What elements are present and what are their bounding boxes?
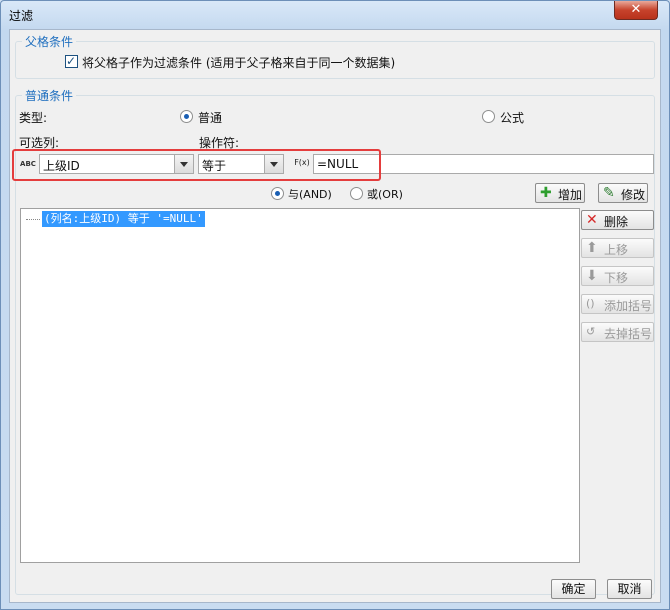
move-down-button-label: 下移 xyxy=(604,271,629,285)
delete-button-label: 删除 xyxy=(604,215,629,229)
plus-icon: ✚ xyxy=(540,185,552,201)
close-button[interactable]: ✕ xyxy=(614,1,658,20)
bracket-icon: () xyxy=(586,297,595,310)
move-up-button[interactable]: ⬆ 上移 xyxy=(581,238,654,258)
parent-condition-group: 父格条件 ✓ 将父格子作为过滤条件 (适用于父子格来自于同一个数据集) xyxy=(15,33,655,79)
type-label: 类型: xyxy=(19,111,48,125)
highlight-annotation xyxy=(12,149,381,181)
title-bar: 过滤 ✕ xyxy=(1,1,669,27)
edit-icon: ✎ xyxy=(603,185,615,201)
modify-button[interactable]: ✎ 修改 xyxy=(598,183,648,203)
condition-list[interactable]: (列名:上级ID) 等于 '=NULL' xyxy=(20,208,580,563)
checkmark-icon: ✓ xyxy=(66,54,77,68)
remove-bracket-button[interactable]: ↺ 去掉括号 xyxy=(581,322,654,342)
cancel-button[interactable]: 取消 xyxy=(607,579,652,599)
arrow-up-icon: ⬆ xyxy=(586,240,598,256)
delete-icon: ✕ xyxy=(586,212,598,228)
arrow-down-icon: ⬇ xyxy=(586,268,598,284)
remove-bracket-icon: ↺ xyxy=(586,325,596,338)
logic-and-label: 与(AND) xyxy=(288,188,332,201)
type-normal-label: 普通 xyxy=(198,111,223,125)
type-normal-radio[interactable] xyxy=(180,110,193,123)
move-down-button[interactable]: ⬇ 下移 xyxy=(581,266,654,286)
logic-and-radio[interactable] xyxy=(271,187,284,200)
add-bracket-button-label: 添加括号 xyxy=(604,299,653,313)
move-up-button-label: 上移 xyxy=(604,243,629,257)
modify-button-label: 修改 xyxy=(621,188,646,202)
dialog-title: 过滤 xyxy=(9,9,34,23)
parent-filter-label: 将父格子作为过滤条件 (适用于父子格来自于同一个数据集) xyxy=(82,56,396,70)
add-button[interactable]: ✚ 增加 xyxy=(535,183,585,203)
tree-connector xyxy=(26,219,40,220)
remove-bracket-button-label: 去掉括号 xyxy=(604,327,653,341)
condition-text: (列名:上级ID) 等于 '=NULL' xyxy=(42,211,205,227)
add-bracket-button[interactable]: () 添加括号 xyxy=(581,294,654,314)
ok-button[interactable]: 确定 xyxy=(551,579,596,599)
delete-button[interactable]: ✕ 删除 xyxy=(581,210,654,230)
type-formula-label: 公式 xyxy=(500,111,525,125)
add-button-label: 增加 xyxy=(558,188,583,202)
logic-or-label: 或(OR) xyxy=(367,188,403,201)
filter-dialog: 过滤 ✕ 父格条件 ✓ 将父格子作为过滤条件 (适用于父子格来自于同一个数据集)… xyxy=(0,0,670,610)
normal-condition-label: 普通条件 xyxy=(22,87,77,104)
type-formula-radio[interactable] xyxy=(482,110,495,123)
parent-filter-checkbox[interactable]: ✓ xyxy=(65,54,78,68)
parent-condition-label: 父格条件 xyxy=(22,33,77,50)
logic-or-radio[interactable] xyxy=(350,187,363,200)
